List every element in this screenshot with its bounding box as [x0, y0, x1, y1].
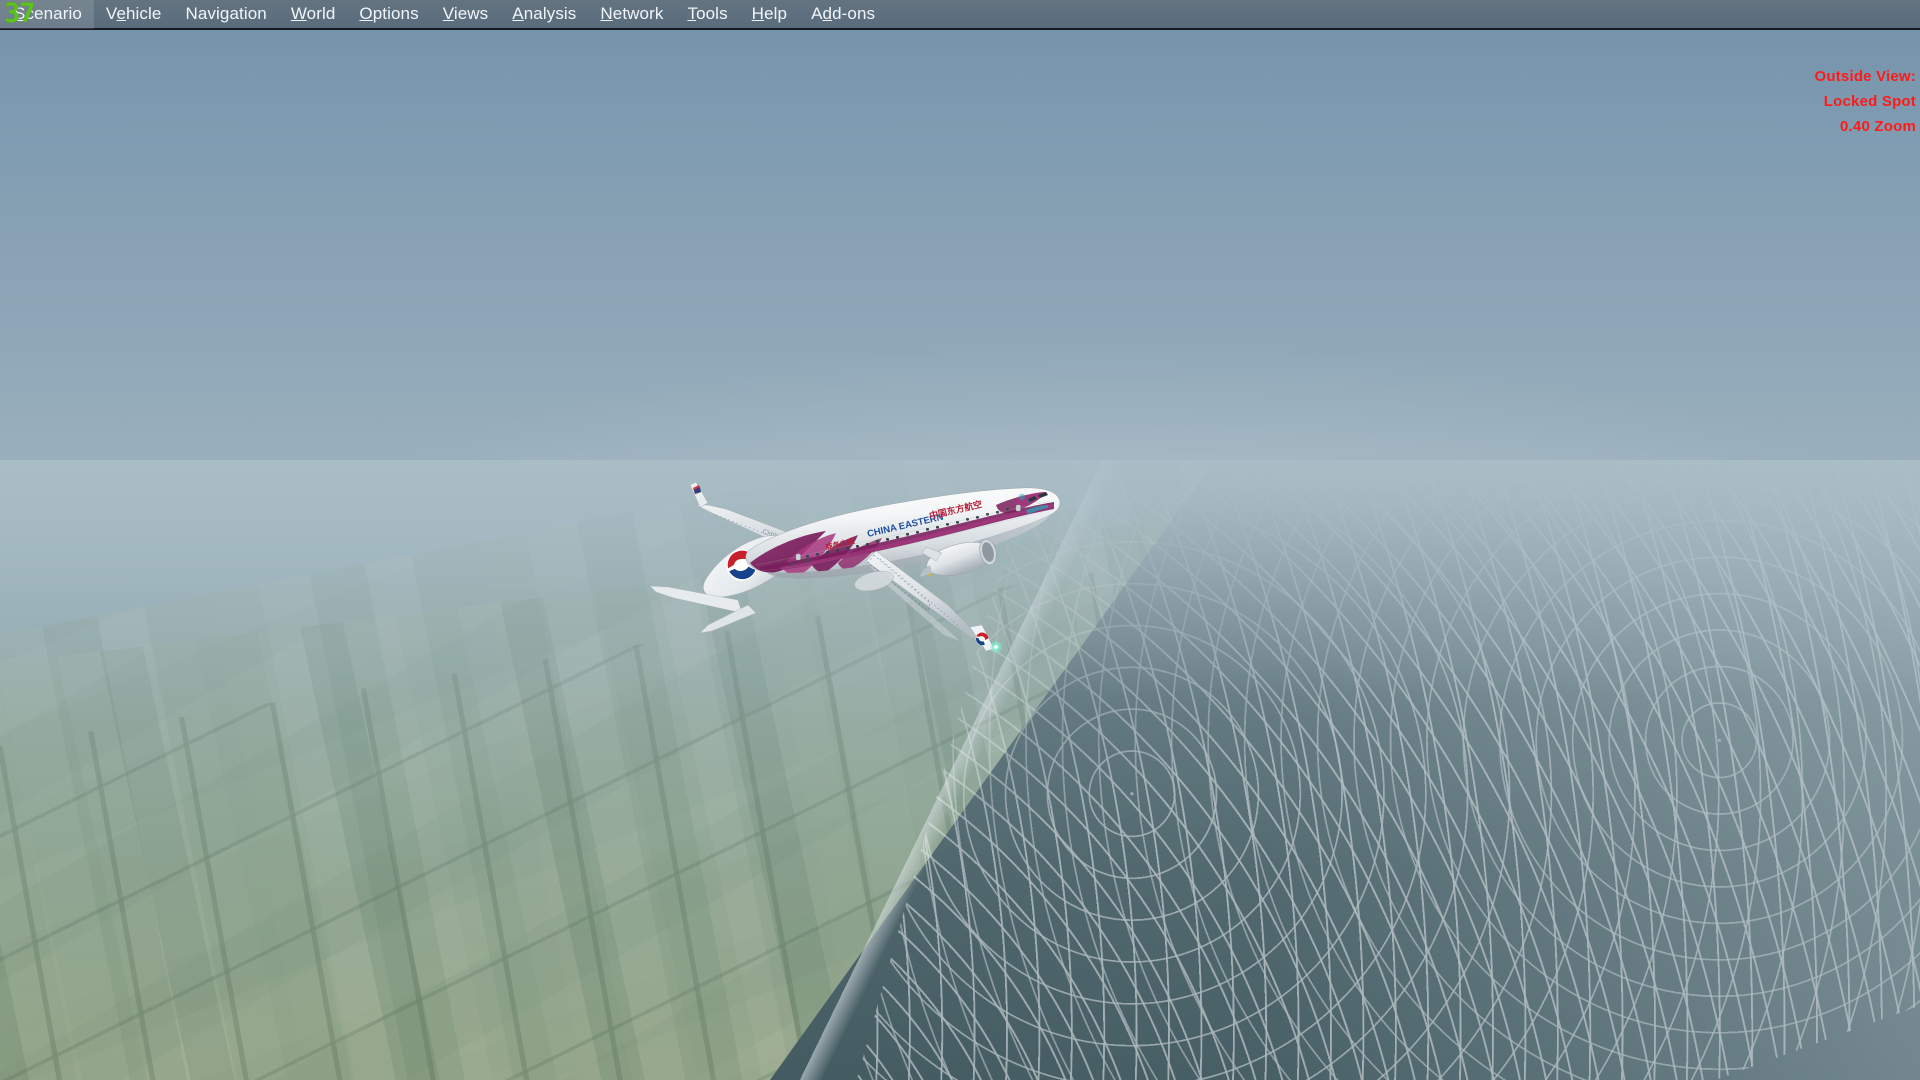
menu-vehicle[interactable]: Vehicle: [94, 0, 174, 29]
menu-tools-label: Tools: [687, 4, 728, 23]
menu-world[interactable]: World: [279, 0, 348, 29]
menu-navigation-label: Navigation: [185, 4, 267, 23]
user-aircraft: CHINA EASTERN 中国东方航空 商务之家 B-5756: [630, 455, 1150, 655]
menu-vehicle-label: Vehicle: [105, 4, 162, 23]
menu-addons-label: Add-ons: [811, 4, 876, 23]
menu-navigation[interactable]: Navigation: [173, 0, 278, 29]
menu-help[interactable]: Help: [740, 0, 799, 29]
menu-addons[interactable]: Add-ons: [799, 0, 887, 29]
menu-options[interactable]: Options: [347, 0, 430, 29]
menu-analysis-label: Analysis: [512, 4, 577, 23]
menu-help-label: Help: [751, 4, 788, 23]
menu-network-label: Network: [600, 4, 664, 23]
menu-tools[interactable]: Tools: [675, 0, 739, 29]
menu-world-label: World: [290, 4, 336, 23]
menu-bar: Scenario Vehicle Navigation World Option…: [0, 0, 1920, 30]
menu-analysis[interactable]: Analysis: [500, 0, 588, 29]
menu-views[interactable]: Views: [431, 0, 501, 29]
menu-views-label: Views: [442, 4, 489, 23]
menu-scenario[interactable]: Scenario: [0, 0, 94, 29]
simulator-viewport[interactable]: CHINA EASTERN 中国东方航空 商务之家 B-5756 Outside…: [0, 30, 1920, 1080]
flight-simulator-window: Scenario Vehicle Navigation World Option…: [0, 0, 1920, 1080]
menu-options-label: Options: [359, 4, 419, 23]
menu-network[interactable]: Network: [588, 0, 675, 29]
menu-scenario-label: Scenario: [14, 4, 82, 23]
fuselage: CHINA EASTERN 中国东方航空 商务之家 B-5756: [745, 487, 1061, 579]
